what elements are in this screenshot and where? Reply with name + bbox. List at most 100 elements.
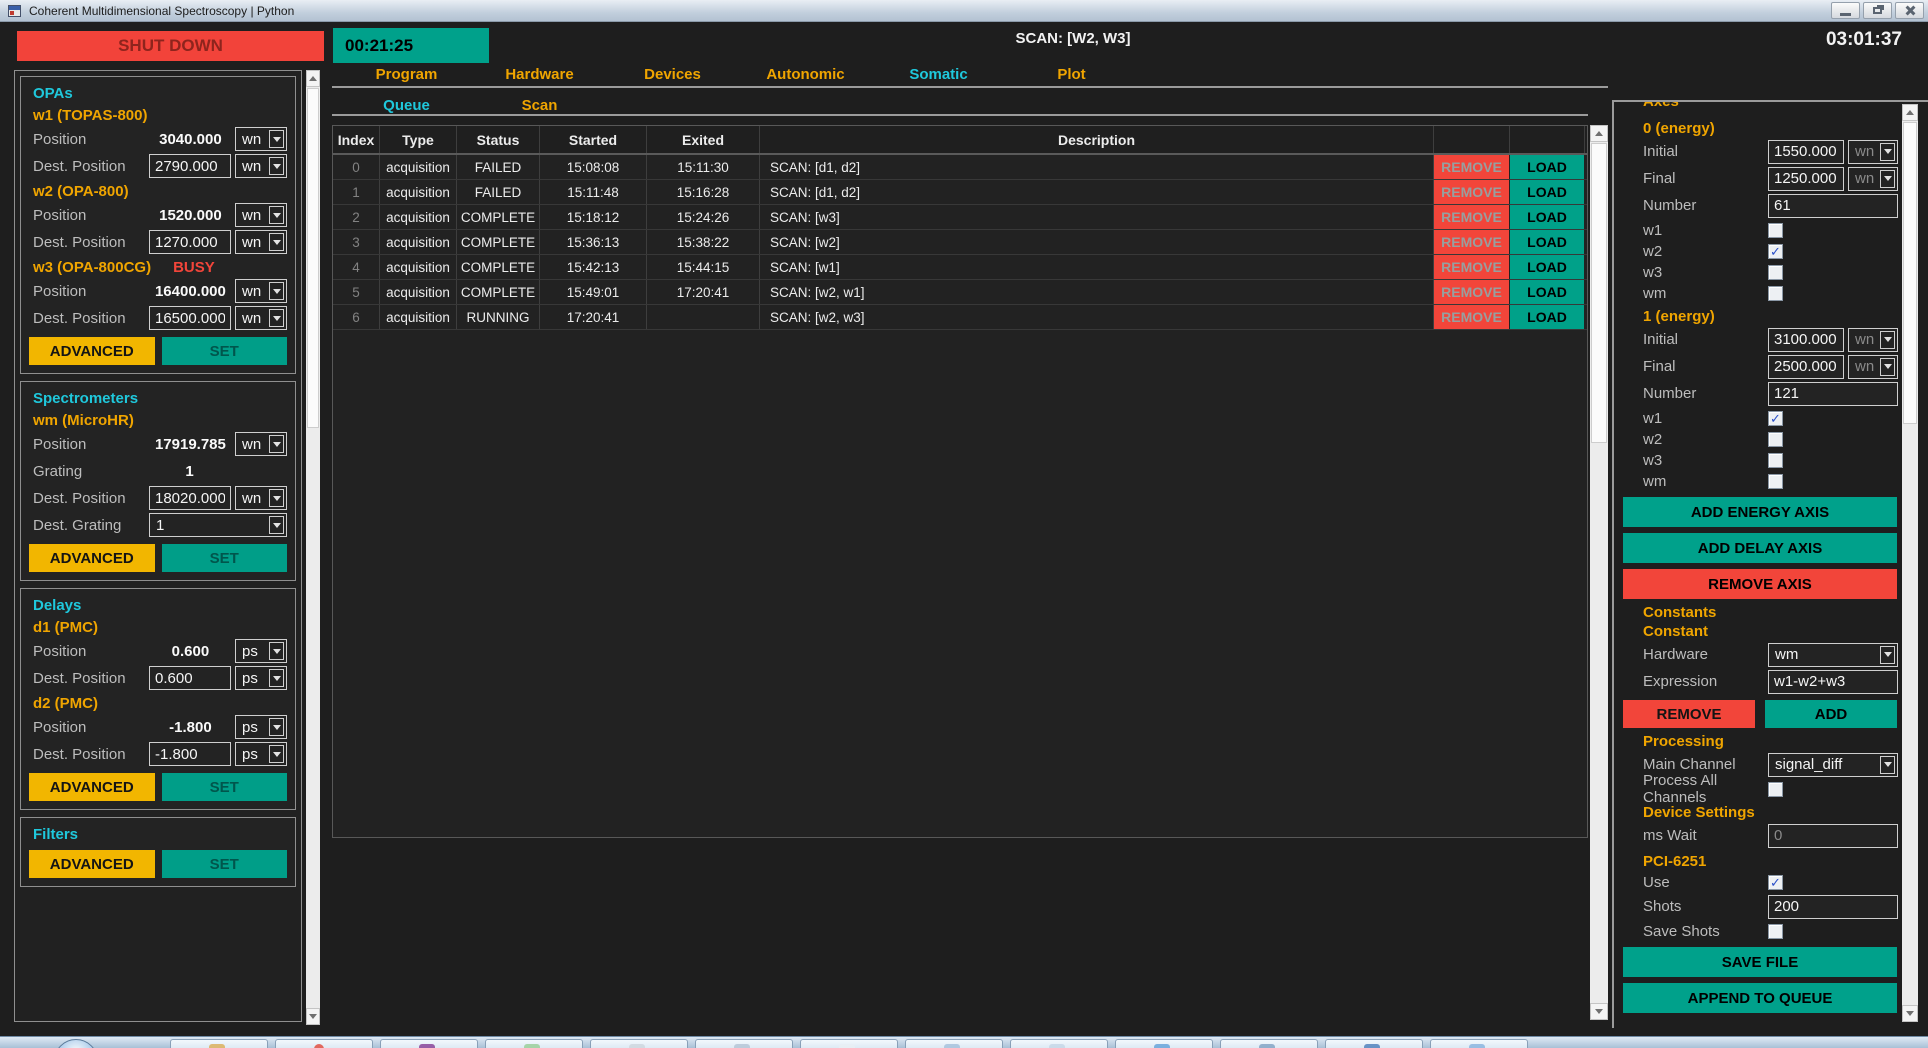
w1-dest-unit-select[interactable]: wn [235, 154, 287, 178]
load-button[interactable]: LOAD [1510, 180, 1584, 204]
axis1-final-unit-select[interactable]: wn [1848, 355, 1898, 379]
w1-position-unit-select[interactable]: wn [235, 127, 287, 151]
taskbar-app-button[interactable] [485, 1039, 583, 1048]
save-shots-checkbox[interactable] [1768, 924, 1783, 939]
scroll-up-icon[interactable] [1902, 104, 1918, 121]
remove-button[interactable]: REMOVE [1434, 155, 1509, 179]
remove-button[interactable]: REMOVE [1434, 205, 1509, 229]
taskbar-app-button[interactable] [275, 1039, 373, 1048]
axis1-w1-checkbox[interactable] [1768, 411, 1783, 426]
scroll-down-icon[interactable] [1902, 1005, 1918, 1022]
load-button[interactable]: LOAD [1510, 255, 1584, 279]
start-button[interactable] [54, 1039, 98, 1048]
scan-panel-scrollbar-thumb[interactable] [1903, 122, 1917, 424]
axis0-wm-checkbox[interactable] [1768, 286, 1783, 301]
w3-dest-position-input[interactable] [149, 306, 231, 330]
minimize-button[interactable] [1831, 2, 1860, 19]
load-button[interactable]: LOAD [1510, 205, 1584, 229]
taskbar-app-button[interactable] [1430, 1039, 1528, 1048]
taskbar-app-button[interactable] [1325, 1039, 1423, 1048]
opas-set-button[interactable]: SET [162, 337, 288, 365]
d1-dest-position-input[interactable] [149, 666, 231, 690]
filters-set-button[interactable]: SET [162, 850, 288, 878]
scan-panel-scrollbar[interactable] [1902, 104, 1918, 1022]
scroll-up-icon[interactable] [1590, 125, 1608, 142]
axis0-initial-unit-select[interactable]: wn [1848, 140, 1898, 164]
axis1-w2-checkbox[interactable] [1768, 432, 1783, 447]
filters-advanced-button[interactable]: ADVANCED [29, 850, 155, 878]
tab-autonomic[interactable]: Autonomic [739, 66, 872, 83]
main-channel-select[interactable]: signal_diff [1768, 753, 1898, 777]
delays-set-button[interactable]: SET [162, 773, 288, 801]
load-button[interactable]: LOAD [1510, 280, 1584, 304]
axis1-number-input[interactable] [1768, 382, 1898, 406]
taskbar-app-button[interactable] [170, 1039, 268, 1048]
ms-wait-input[interactable] [1768, 824, 1898, 848]
close-button[interactable] [1895, 2, 1924, 19]
remove-button[interactable]: REMOVE [1434, 255, 1509, 279]
shots-input[interactable] [1768, 895, 1898, 919]
axis1-wm-checkbox[interactable] [1768, 474, 1783, 489]
w3-position-unit-select[interactable]: wn [235, 279, 287, 303]
opas-advanced-button[interactable]: ADVANCED [29, 337, 155, 365]
d1-dest-unit-select[interactable]: ps [235, 666, 287, 690]
d2-position-unit-select[interactable]: ps [235, 715, 287, 739]
w2-position-unit-select[interactable]: wn [235, 203, 287, 227]
w2-dest-position-input[interactable] [149, 230, 231, 254]
restore-button[interactable] [1863, 2, 1892, 19]
wm-dest-unit-select[interactable]: wn [235, 486, 287, 510]
spectrometers-set-button[interactable]: SET [162, 544, 288, 572]
tab-plot[interactable]: Plot [1005, 66, 1138, 83]
sidebar-scrollbar[interactable] [306, 70, 320, 1025]
w1-dest-position-input[interactable] [149, 154, 231, 178]
add-energy-axis-button[interactable]: ADD ENERGY AXIS [1623, 497, 1897, 527]
remove-axis-button[interactable]: REMOVE AXIS [1623, 569, 1897, 599]
constant-remove-button[interactable]: REMOVE [1623, 700, 1755, 728]
taskbar-app-button[interactable] [1220, 1039, 1318, 1048]
taskbar-app-button[interactable] [695, 1039, 793, 1048]
wm-dest-grating-select[interactable]: 1 [149, 513, 287, 537]
tab-program[interactable]: Program [340, 66, 473, 83]
tab-somatic[interactable]: Somatic [872, 66, 1005, 83]
scroll-down-icon[interactable] [306, 1008, 320, 1025]
load-button[interactable]: LOAD [1510, 230, 1584, 254]
w2-dest-unit-select[interactable]: wn [235, 230, 287, 254]
queue-scrollbar-thumb[interactable] [1591, 143, 1607, 443]
axis1-w3-checkbox[interactable] [1768, 453, 1783, 468]
axis0-w2-checkbox[interactable] [1768, 244, 1783, 259]
constant-expression-input[interactable] [1768, 670, 1898, 694]
use-checkbox[interactable] [1768, 875, 1783, 890]
tab-devices[interactable]: Devices [606, 66, 739, 83]
axis1-initial-unit-select[interactable]: wn [1848, 328, 1898, 352]
axis1-final-input[interactable] [1768, 355, 1844, 379]
axis1-initial-input[interactable] [1768, 328, 1844, 352]
remove-button[interactable]: REMOVE [1434, 180, 1509, 204]
axis0-w1-checkbox[interactable] [1768, 223, 1783, 238]
save-file-button[interactable]: SAVE FILE [1623, 947, 1897, 977]
remove-button[interactable]: REMOVE [1434, 280, 1509, 304]
process-all-checkbox[interactable] [1768, 782, 1783, 797]
tab-scan[interactable]: Scan [473, 97, 606, 114]
d2-dest-unit-select[interactable]: ps [235, 742, 287, 766]
shutdown-button[interactable]: SHUT DOWN [17, 31, 324, 61]
tab-hardware[interactable]: Hardware [473, 66, 606, 83]
axis0-final-unit-select[interactable]: wn [1848, 167, 1898, 191]
taskbar-app-button[interactable] [800, 1039, 898, 1048]
delays-advanced-button[interactable]: ADVANCED [29, 773, 155, 801]
constant-add-button[interactable]: ADD [1765, 700, 1897, 728]
sidebar-scrollbar-thumb[interactable] [307, 88, 319, 428]
axis0-number-input[interactable] [1768, 194, 1898, 218]
load-button[interactable]: LOAD [1510, 155, 1584, 179]
scroll-up-icon[interactable] [306, 70, 320, 87]
taskbar-app-button[interactable] [1010, 1039, 1108, 1048]
queue-scrollbar[interactable] [1590, 125, 1608, 1020]
append-to-queue-button[interactable]: APPEND TO QUEUE [1623, 983, 1897, 1013]
axis0-w3-checkbox[interactable] [1768, 265, 1783, 280]
constant-hardware-select[interactable]: wm [1768, 643, 1898, 667]
spectrometers-advanced-button[interactable]: ADVANCED [29, 544, 155, 572]
remove-button[interactable]: REMOVE [1434, 230, 1509, 254]
wm-position-unit-select[interactable]: wn [235, 432, 287, 456]
d1-position-unit-select[interactable]: ps [235, 639, 287, 663]
taskbar-app-button[interactable] [905, 1039, 1003, 1048]
w3-dest-unit-select[interactable]: wn [235, 306, 287, 330]
